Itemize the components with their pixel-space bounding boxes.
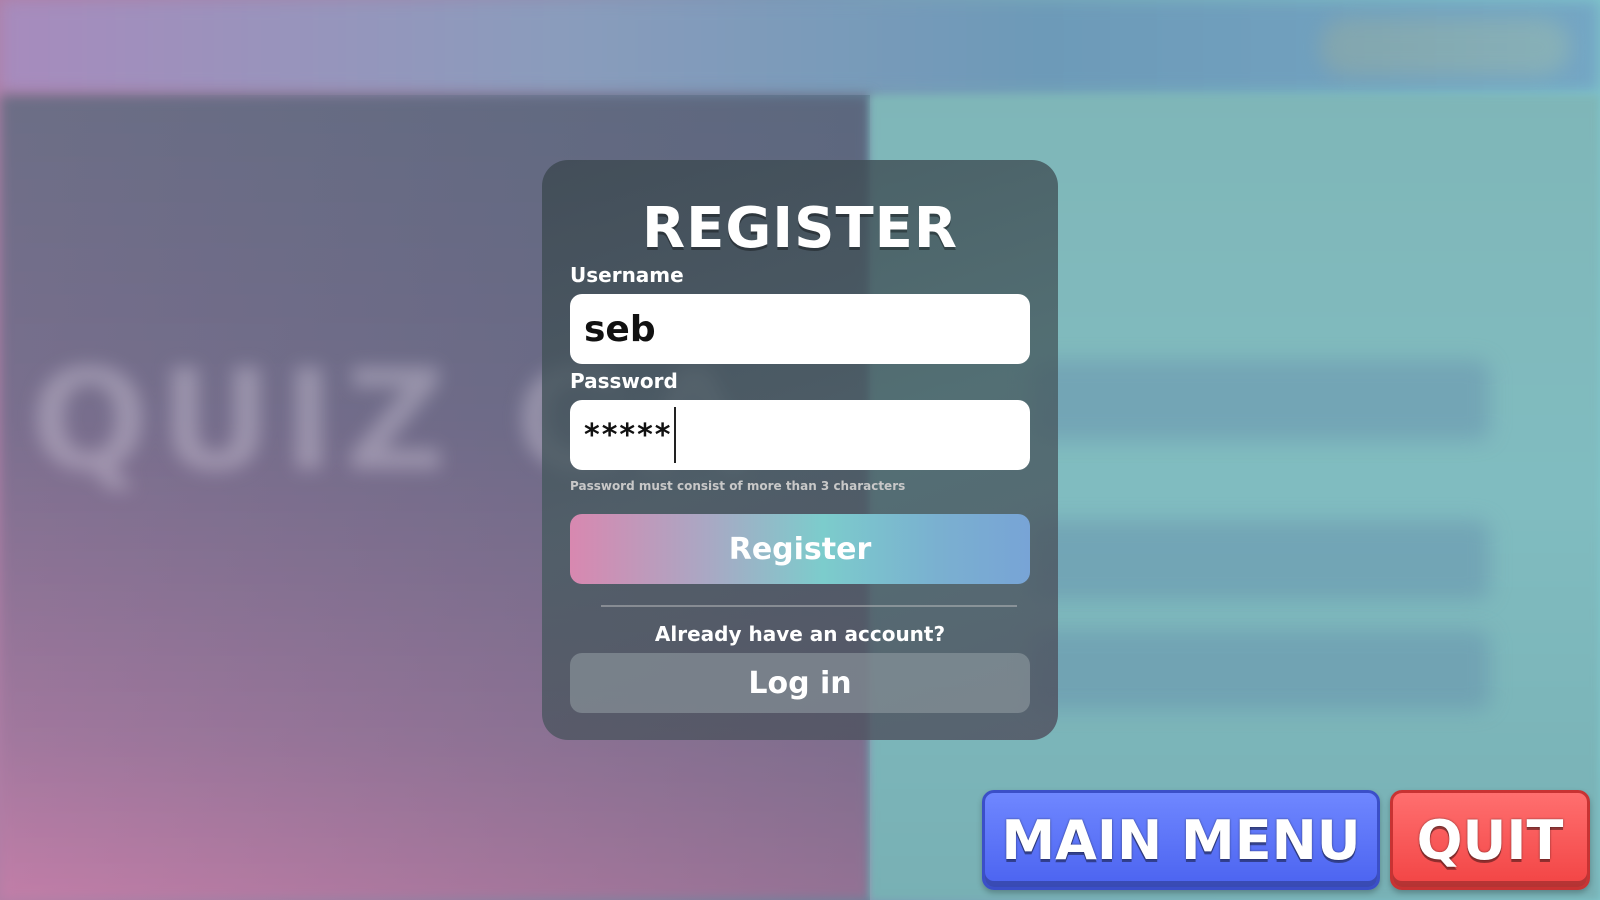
background-top-bar bbox=[0, 0, 1600, 92]
background-right-row bbox=[1030, 630, 1490, 710]
modal-title: REGISTER bbox=[641, 196, 959, 261]
password-masked-value: ***** bbox=[584, 417, 673, 453]
username-field[interactable]: seb bbox=[570, 294, 1030, 364]
password-label: Password bbox=[570, 369, 678, 393]
divider bbox=[601, 605, 1017, 607]
quit-button[interactable]: QUIT bbox=[1390, 790, 1590, 890]
register-modal: REGISTER Username seb Password ***** Pas… bbox=[542, 160, 1058, 740]
text-caret bbox=[674, 407, 677, 463]
background-right-row bbox=[1030, 520, 1490, 600]
login-button[interactable]: Log in bbox=[570, 653, 1030, 713]
background-top-pill bbox=[1320, 18, 1570, 76]
register-button[interactable]: Register bbox=[570, 514, 1030, 584]
main-menu-button[interactable]: MAIN MENU bbox=[982, 790, 1380, 890]
password-hint: Password must consist of more than 3 cha… bbox=[570, 479, 906, 493]
password-field[interactable]: ***** bbox=[570, 400, 1030, 470]
background-right-row bbox=[1030, 360, 1490, 440]
username-label: Username bbox=[570, 263, 684, 287]
already-have-account-text: Already have an account? bbox=[654, 622, 946, 646]
username-value: seb bbox=[584, 308, 656, 350]
